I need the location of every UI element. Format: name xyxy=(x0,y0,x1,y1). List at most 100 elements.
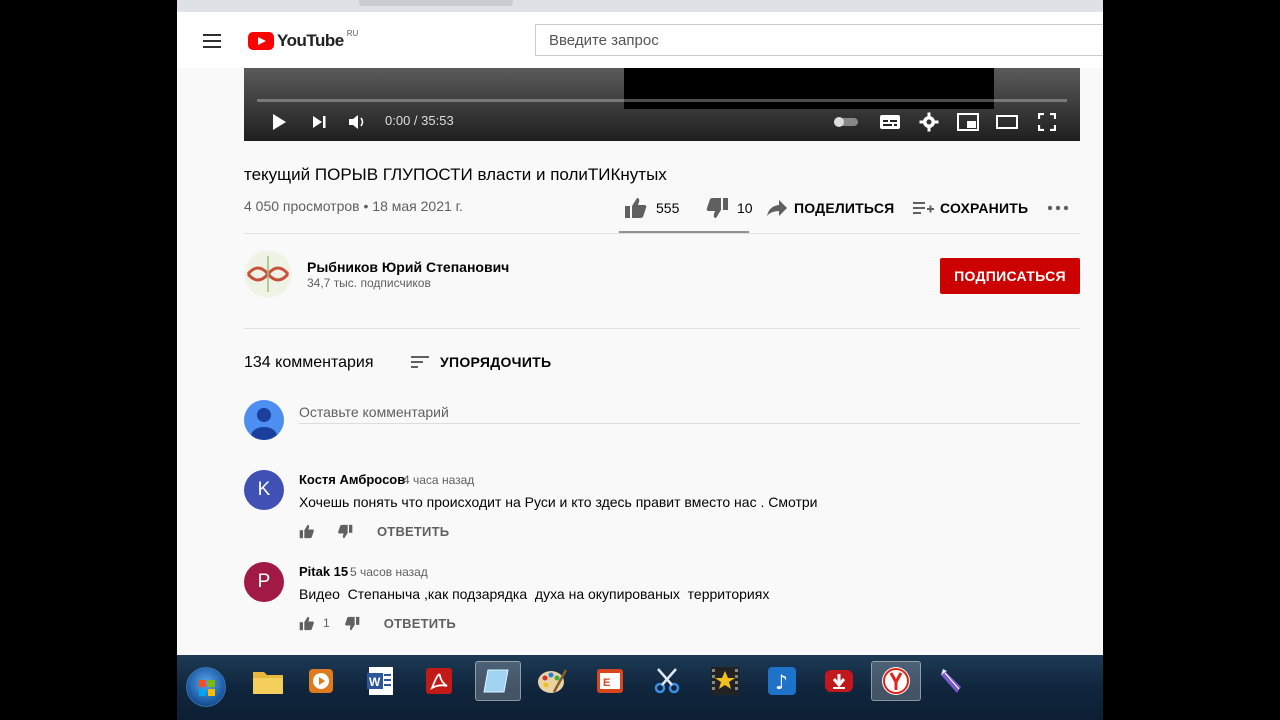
masthead: YouTube RU xyxy=(177,12,1103,68)
add-to-playlist-icon xyxy=(913,202,934,214)
progress-bar[interactable] xyxy=(257,99,1067,102)
like-button[interactable]: 555 xyxy=(624,190,679,226)
subtitles-button[interactable] xyxy=(877,112,903,132)
next-button[interactable] xyxy=(308,112,330,132)
like-count: 555 xyxy=(656,200,680,216)
avatar-initial: P xyxy=(257,571,271,592)
comment-time[interactable]: 4 часа назад xyxy=(403,473,474,487)
dislike-button[interactable]: 10 xyxy=(705,190,753,226)
user-avatar-icon xyxy=(251,408,277,440)
comment-dislike-button[interactable] xyxy=(344,616,360,631)
thumbs-up-icon xyxy=(299,616,314,630)
logo-text: YouTube xyxy=(277,31,344,50)
settings-button[interactable] xyxy=(916,112,942,132)
autoplay-toggle[interactable] xyxy=(831,112,861,132)
divider xyxy=(244,328,1080,329)
video-title: текущий ПОРЫВ ГЛУПОСТИ власти и полиТИКн… xyxy=(244,165,667,184)
thumbs-down-icon xyxy=(344,616,360,630)
comment-like-button[interactable] xyxy=(299,524,323,539)
more-actions-button[interactable] xyxy=(1047,190,1069,226)
subtitles-icon xyxy=(880,115,900,129)
taskbar: W E ♪ xyxy=(177,655,1103,720)
comment-avatar[interactable]: P xyxy=(244,562,284,602)
comment-actions: ОТВЕТИТЬ xyxy=(299,521,449,541)
svg-text:♪: ♪ xyxy=(775,670,788,694)
save-button[interactable]: СОХРАНИТЬ xyxy=(912,190,1028,226)
save-label: СОХРАНИТЬ xyxy=(940,200,1029,216)
comment-dislike-button[interactable] xyxy=(337,524,353,539)
comment-text: Видео Степаныча ,как подзарядка духа на … xyxy=(299,586,770,602)
paint-icon[interactable] xyxy=(532,661,572,701)
sort-icon xyxy=(411,356,429,368)
time-display: 0:00 / 35:53 xyxy=(385,113,454,128)
comment-input[interactable] xyxy=(299,400,1080,424)
share-icon xyxy=(767,200,787,216)
subscribe-button[interactable]: ПОДПИСАТЬСЯ xyxy=(940,258,1080,294)
presentation-icon[interactable]: E xyxy=(590,661,630,701)
avatar-initial: K xyxy=(257,479,271,500)
word-icon[interactable]: W xyxy=(361,661,401,701)
reply-button[interactable]: ОТВЕТИТЬ xyxy=(384,616,456,631)
thumbs-down-icon xyxy=(338,524,353,538)
youtube-play-logo-icon xyxy=(248,32,274,50)
browser-tab[interactable] xyxy=(359,0,513,6)
comment-author[interactable]: Pitak 15 xyxy=(299,564,348,579)
volume-button[interactable] xyxy=(346,112,368,132)
youtube-logo[interactable]: YouTube RU xyxy=(248,28,359,52)
fullscreen-button[interactable] xyxy=(1034,112,1060,132)
logo-region: RU xyxy=(346,28,359,38)
file-explorer-icon[interactable] xyxy=(248,661,288,701)
search-input[interactable] xyxy=(536,25,1103,55)
reply-button[interactable]: ОТВЕТИТЬ xyxy=(377,524,449,539)
yandex-browser-icon[interactable] xyxy=(871,661,921,701)
thumbs-up-icon xyxy=(299,524,314,538)
autoplay-toggle-icon xyxy=(834,117,858,127)
comment-actions: 1 ОТВЕТИТЬ xyxy=(299,613,456,633)
gear-icon xyxy=(919,112,939,132)
volume-icon xyxy=(349,115,364,129)
play-icon xyxy=(273,114,286,130)
video-meta: 4 050 просмотров • 18 мая 2021 г. xyxy=(244,198,463,214)
theater-mode-icon xyxy=(996,115,1018,129)
comments-count: 134 комментария xyxy=(244,354,374,371)
thumbs-down-icon xyxy=(706,198,728,218)
screen: YouTube RU 0:00 / 35:53 xyxy=(0,0,1280,720)
comment-like-button[interactable]: 1 xyxy=(299,616,330,631)
more-horizontal-icon xyxy=(1047,205,1069,211)
download-icon[interactable] xyxy=(819,661,859,701)
scissors-icon[interactable] xyxy=(647,661,687,701)
hamburger-menu-icon[interactable] xyxy=(203,34,221,48)
comment-author[interactable]: Костя Амбросов xyxy=(299,472,405,487)
channel-avatar-image xyxy=(245,251,291,297)
miniplayer-icon xyxy=(957,113,979,131)
share-button[interactable]: ПОДЕЛИТЬСЯ xyxy=(766,190,894,226)
media-player-icon[interactable] xyxy=(301,661,341,701)
glass-app-icon[interactable] xyxy=(475,661,521,701)
theater-mode-button[interactable] xyxy=(994,112,1020,132)
music-icon[interactable]: ♪ xyxy=(762,661,802,701)
browser-tabstrip xyxy=(177,0,1103,12)
sort-button[interactable]: УПОРЯДОЧИТЬ xyxy=(410,352,551,372)
channel-name[interactable]: Рыбников Юрий Степанович xyxy=(307,259,509,275)
movie-star-icon[interactable] xyxy=(705,661,745,701)
video-player[interactable]: 0:00 / 35:53 xyxy=(244,68,1080,141)
play-button[interactable] xyxy=(268,112,290,132)
user-avatar xyxy=(244,400,284,440)
channel-avatar[interactable] xyxy=(244,250,292,298)
svg-text:E: E xyxy=(603,677,610,689)
video-frame xyxy=(624,68,994,109)
pdf-reader-icon[interactable] xyxy=(419,661,459,701)
pen-tool-icon[interactable] xyxy=(932,661,972,701)
sort-label: УПОРЯДОЧИТЬ xyxy=(440,354,552,370)
comment-time[interactable]: 5 часов назад xyxy=(350,565,428,579)
skip-next-icon xyxy=(313,116,326,128)
svg-text:W: W xyxy=(369,675,381,689)
comment-like-count: 1 xyxy=(323,616,330,630)
thumbs-up-icon xyxy=(625,198,647,218)
miniplayer-button[interactable] xyxy=(955,112,981,132)
fullscreen-icon xyxy=(1038,113,1056,131)
windows-start-icon[interactable] xyxy=(186,667,226,707)
dislike-count: 10 xyxy=(737,200,753,216)
comment-avatar[interactable]: K xyxy=(244,470,284,510)
browser-window: YouTube RU 0:00 / 35:53 xyxy=(177,0,1103,655)
